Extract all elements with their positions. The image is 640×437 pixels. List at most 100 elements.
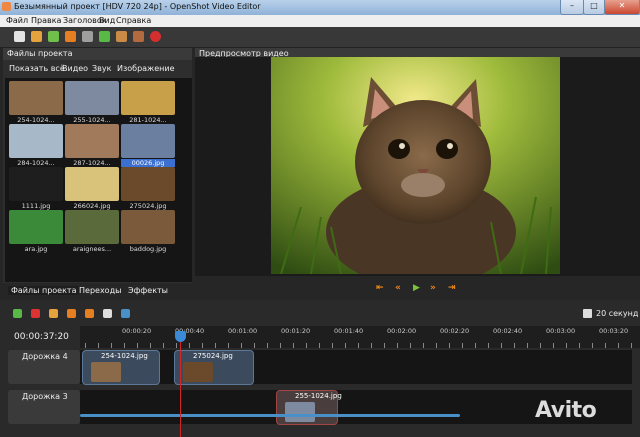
file-label: 275024.jpg [129, 202, 167, 210]
razor-icon[interactable] [31, 309, 40, 318]
clip-thumbnail [183, 362, 213, 382]
file-thumbnail[interactable] [65, 81, 119, 115]
timecode: 00:00:37:20 [14, 332, 69, 342]
zoom-icon[interactable] [121, 309, 130, 318]
ruler-tick [436, 343, 437, 348]
file-label: 281-1024... [129, 116, 167, 124]
jump-end-icon[interactable]: ⇥ [448, 283, 456, 293]
menu-bar: Файл Правка Заголовок Вид Справка [0, 15, 640, 27]
main-toolbar [0, 27, 640, 48]
window-title-bar[interactable]: Безымянный проект [HDV 720 24p] - OpenSh… [0, 0, 640, 15]
filter-audio[interactable]: Звук [92, 64, 111, 73]
ruler-tick [618, 343, 619, 348]
file-thumbnail[interactable] [121, 81, 175, 115]
file-thumbnail[interactable] [121, 167, 175, 201]
ruler-label: 00:00:20 [122, 327, 152, 335]
ruler-tick [163, 343, 164, 348]
jump-start-icon[interactable]: ⇤ [376, 283, 384, 293]
undo-icon[interactable] [65, 31, 76, 42]
ruler-tick [358, 343, 359, 348]
file-label: 1111.jpg [21, 202, 51, 210]
record-icon[interactable] [150, 31, 161, 42]
filter-show-all[interactable]: Показать всё [9, 64, 65, 73]
minimize-button[interactable]: – [560, 0, 584, 15]
fast-forward-icon[interactable]: » [430, 283, 436, 293]
close-button[interactable]: ✕ [604, 0, 640, 15]
zoom-checkbox[interactable] [583, 309, 592, 318]
file-thumbnail[interactable] [121, 210, 175, 244]
file-filter-row: Показать всё Видео Звук Изображение [3, 62, 192, 76]
file-thumbnail[interactable] [121, 124, 175, 158]
ruler-tick [384, 343, 385, 348]
timeline-clip[interactable]: 255-1024.jpg [276, 390, 342, 425]
timeline-toolbar [0, 305, 640, 321]
ruler-label: 00:03:20 [599, 327, 629, 335]
ruler-tick [462, 343, 463, 348]
ruler-label: 00:03:00 [546, 327, 576, 335]
timeline-clip[interactable]: 254-1024.jpg [82, 350, 160, 385]
import-icon[interactable] [116, 31, 127, 42]
project-files-header: Файлы проекта [3, 48, 192, 60]
ruler-tick [98, 343, 99, 348]
video-preview-frame [271, 57, 560, 274]
timeline-ruler[interactable]: 00:00:20 00:00:40 00:01:00 00:01:20 00:01:40… [80, 326, 640, 348]
project-files-title: Файлы проекта [7, 49, 73, 58]
tab-effects[interactable]: Эффекты [125, 286, 171, 295]
transport-controls: ⇤ « ▶ » ⇥ [195, 278, 640, 298]
ruler-tick [241, 343, 242, 348]
add-track-icon[interactable] [13, 309, 22, 318]
playhead-handle[interactable] [175, 331, 186, 342]
file-thumbnail[interactable] [9, 81, 63, 115]
add-file-icon[interactable] [99, 31, 110, 42]
file-thumbnail[interactable] [65, 167, 119, 201]
ruler-tick [202, 343, 203, 348]
track-4[interactable]: 254-1024.jpg 275024.jpg [80, 350, 632, 385]
file-thumbnail[interactable] [65, 210, 119, 244]
window-title: Безымянный проект [HDV 720 24p] - OpenSh… [14, 2, 261, 11]
track-label-3[interactable]: Дорожка 3 [8, 390, 80, 424]
snap-icon[interactable] [49, 309, 58, 318]
ruler-label: 00:01:20 [281, 327, 311, 335]
open-project-icon[interactable] [31, 31, 42, 42]
menu-file[interactable]: Файл [6, 16, 28, 25]
play-icon[interactable]: ▶ [413, 283, 420, 293]
tab-transitions[interactable]: Переходы [76, 286, 124, 295]
file-label: baddog.jpg [129, 245, 167, 253]
ruler-label: 00:01:00 [228, 327, 258, 335]
ruler-tick [111, 343, 112, 348]
jump-next-icon[interactable] [85, 309, 94, 318]
file-label: 00026.jpg [121, 159, 175, 167]
file-label: ara.jpg [24, 245, 48, 253]
menu-view[interactable]: Вид [99, 16, 115, 25]
clip-name: 275024.jpg [193, 352, 233, 360]
file-thumbnail[interactable] [9, 167, 63, 201]
timeline-clip[interactable]: 275024.jpg [174, 350, 254, 385]
new-project-icon[interactable] [14, 31, 25, 42]
filter-video[interactable]: Видео [62, 64, 88, 73]
tab-project-files[interactable]: Файлы проекта [8, 286, 80, 295]
ruler-tick [488, 343, 489, 348]
file-thumbnail[interactable] [65, 124, 119, 158]
file-thumbnail[interactable] [9, 210, 63, 244]
redo-icon[interactable] [82, 31, 93, 42]
export-icon[interactable] [133, 31, 144, 42]
jump-prev-icon[interactable] [67, 309, 76, 318]
filter-image[interactable]: Изображение [117, 64, 175, 73]
ruler-tick [631, 343, 632, 348]
ruler-tick [137, 343, 138, 348]
timeline-scrollbar[interactable] [80, 414, 460, 417]
ruler-tick [605, 343, 606, 348]
ruler-tick [254, 343, 255, 348]
file-label: 255-1024... [73, 116, 111, 124]
maximize-button[interactable]: □ [583, 0, 605, 15]
save-project-icon[interactable] [48, 31, 59, 42]
kitten-preview-image [271, 57, 560, 274]
menu-edit[interactable]: Правка [31, 16, 61, 25]
track-label-4[interactable]: Дорожка 4 [8, 350, 80, 384]
center-icon[interactable] [103, 309, 112, 318]
file-thumbnail[interactable] [9, 124, 63, 158]
ruler-tick [293, 343, 294, 348]
ruler-tick [579, 343, 580, 348]
menu-help[interactable]: Справка [116, 16, 151, 25]
rewind-icon[interactable]: « [395, 283, 401, 293]
